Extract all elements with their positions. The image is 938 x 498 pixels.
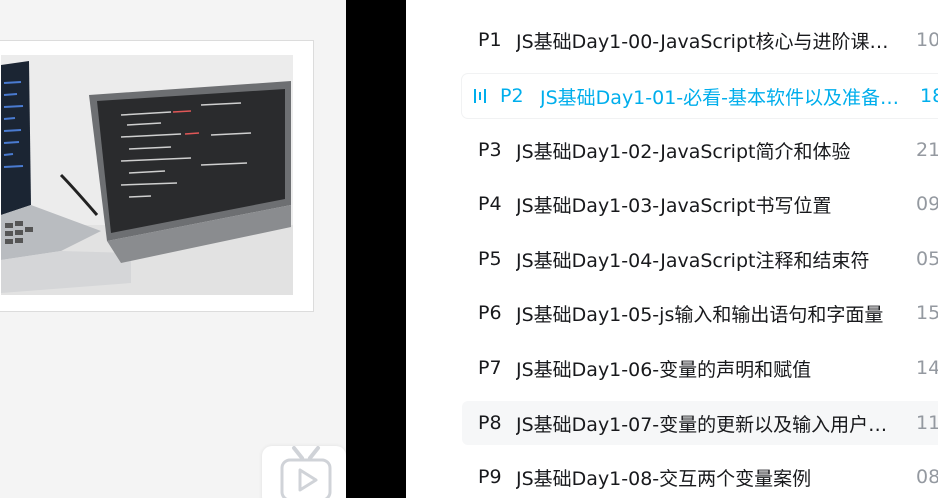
episode-index: P3 — [478, 139, 502, 161]
divider-gutter — [346, 0, 406, 498]
playlist-item[interactable]: P9 JS基础Day1-08-交互两个变量案例 08 — [462, 455, 938, 498]
bilibili-tv-button[interactable] — [262, 446, 346, 498]
episode-title: JS基础Day1-08-交互两个变量案例 — [516, 467, 812, 490]
episode-index: P8 — [478, 412, 502, 434]
episode-duration: 21 — [916, 139, 938, 161]
episode-title: JS基础Day1-04-JavaScript注释和结束符 — [516, 249, 870, 272]
playlist-item-hovered[interactable]: P8 JS基础Day1-07-变量的更新以及输入用户名案例 11 — [462, 401, 938, 445]
playlist-item[interactable]: P3 JS基础Day1-02-JavaScript简介和体验 21 — [462, 128, 938, 172]
episode-index: P9 — [478, 466, 502, 488]
playlist-item[interactable]: P6 JS基础Day1-05-js输入和输出语句和字面量 15 — [462, 291, 938, 335]
playlist-item[interactable]: P4 JS基础Day1-03-JavaScript书写位置 09 — [462, 182, 938, 226]
episode-index: P5 — [478, 248, 502, 270]
playlist-item-active[interactable]: P2 JS基础Day1-01-必看-基本软件以及准备工作 18 — [462, 74, 938, 118]
episode-duration: 18 — [920, 85, 938, 107]
playlist-item[interactable]: P7 JS基础Day1-06-变量的声明和赋值 14 — [462, 346, 938, 390]
episode-title: JS基础Day1-01-必看-基本软件以及准备工作 — [540, 86, 908, 109]
episode-index: P1 — [478, 29, 502, 51]
episode-duration: 15 — [916, 302, 938, 324]
playlist-item[interactable]: P1 JS基础Day1-00-JavaScript核心与进阶课程介绍 10 — [462, 18, 938, 62]
episode-title: JS基础Day1-05-js输入和输出语句和字面量 — [516, 303, 884, 326]
laptop-monitor-photo-icon — [1, 55, 293, 295]
episode-title: JS基础Day1-06-变量的声明和赋值 — [516, 358, 812, 381]
episode-title: JS基础Day1-00-JavaScript核心与进阶课程介绍 — [516, 30, 904, 53]
episode-title: JS基础Day1-03-JavaScript书写位置 — [516, 194, 832, 217]
episode-duration: 09 — [916, 193, 938, 215]
now-playing-icon — [462, 89, 500, 103]
video-thumbnail[interactable] — [1, 55, 293, 295]
episode-index: P6 — [478, 302, 502, 324]
episode-title: JS基础Day1-02-JavaScript简介和体验 — [516, 140, 851, 163]
episode-title: JS基础Day1-07-变量的更新以及输入用户名案例 — [516, 413, 904, 436]
episode-duration: 10 — [916, 29, 938, 51]
episode-duration: 08 — [916, 466, 938, 488]
episode-index: P4 — [478, 193, 502, 215]
playlist-item[interactable]: P5 JS基础Day1-04-JavaScript注释和结束符 05 — [462, 237, 938, 281]
video-thumbnail-frame[interactable] — [0, 40, 314, 312]
episode-duration: 05 — [916, 248, 938, 270]
episode-duration: 14 — [916, 357, 938, 379]
episode-index: P2 — [500, 85, 524, 107]
video-player-area[interactable] — [0, 0, 346, 498]
bilibili-tv-play-icon — [280, 446, 332, 498]
episode-playlist: P1 JS基础Day1-00-JavaScript核心与进阶课程介绍 10 P2… — [406, 0, 938, 498]
episode-index: P7 — [478, 357, 502, 379]
episode-duration: 11 — [916, 412, 938, 434]
